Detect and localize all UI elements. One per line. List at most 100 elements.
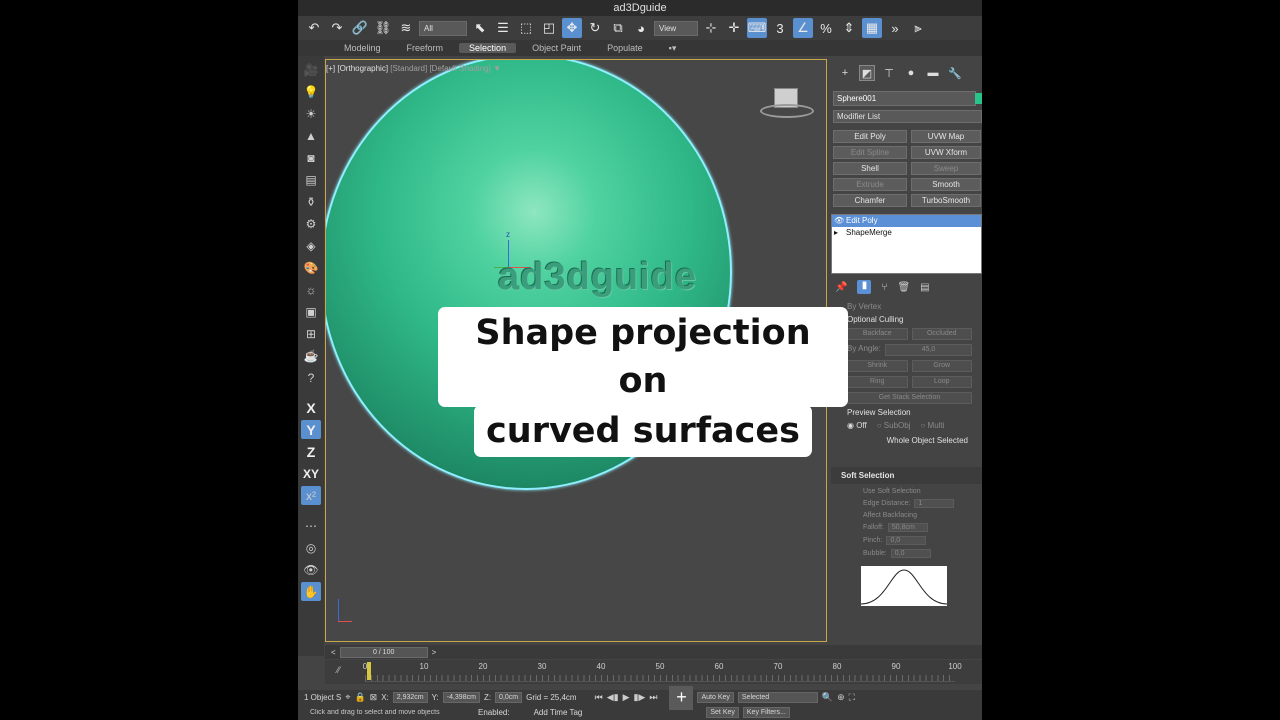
pan-icon[interactable]: ✋ [301,582,321,601]
material-icon[interactable]: ◙ [301,148,321,167]
tab-object-paint[interactable]: Object Paint [522,43,591,53]
shell-button[interactable]: Shell [833,162,907,175]
prev-key-icon[interactable]: ◀▮ [607,692,619,703]
cone-icon[interactable]: ▲ [301,126,321,145]
bulb-icon[interactable]: ☼ [301,280,321,299]
more-icon[interactable]: » [885,18,905,38]
select-manipulate-icon[interactable]: ✛ [724,18,744,38]
create-icon[interactable]: + [837,65,853,81]
uvw-xform-button[interactable]: UVW Xform [911,146,981,159]
viewcube[interactable] [760,86,814,122]
show-end-result-icon[interactable]: ▮ [857,280,872,294]
edit-poly-button[interactable]: Edit Poly [833,130,907,143]
keyboard-shortcut-icon[interactable]: ⌨ [747,18,767,38]
lock-icon[interactable]: 🔒 [354,692,365,703]
link-icon[interactable]: 🔗 [350,18,370,38]
extrude-button[interactable]: Extrude [833,178,907,191]
set-key-plus-button[interactable]: + [669,685,694,710]
by-angle-checkbox[interactable]: By Angle: [847,344,881,356]
smooth-button[interactable]: Smooth [911,178,981,191]
rotate-icon[interactable]: ↻ [585,18,605,38]
by-angle-spinner[interactable]: 45,0 [884,344,972,356]
select-by-name-icon[interactable]: ☰ [493,18,513,38]
expand-triangle-icon[interactable]: ▸ [834,227,838,239]
tab-modeling[interactable]: Modeling [334,43,391,53]
viewport-shading-menu[interactable]: [Default Shading] [429,64,490,73]
prev-frame-icon[interactable]: < [331,648,336,657]
zoom-all-icon[interactable]: ⊕ [837,692,845,703]
time-slider[interactable]: 0 / 100 [339,646,428,658]
y-coordinate-field[interactable]: -4,398cm [442,692,480,703]
grow-button[interactable]: Grow [911,360,972,372]
image-icon[interactable]: ▣ [301,302,321,321]
grid-icon[interactable]: ⊞ [301,324,321,343]
spinner-snap-icon[interactable]: ⇕ [839,18,859,38]
key-mode-dropdown[interactable]: Selected [737,692,818,703]
named-selection-icon[interactable]: ▦ [862,18,882,38]
axis-xy-button[interactable]: XY [301,464,321,483]
by-vertex-checkbox[interactable]: By Vertex [847,302,972,311]
shrink-button[interactable]: Shrink [847,360,908,372]
goto-start-icon[interactable]: ⏮ [595,692,603,703]
angle-snap-icon[interactable]: ∠ [793,18,813,38]
gear-icon[interactable]: ⚙ [301,214,321,233]
selection-filter-dropdown[interactable]: All [419,20,467,36]
redo-icon[interactable]: ↷ [327,18,347,38]
list-icon[interactable]: ▤ [301,170,321,189]
uvw-map-button[interactable]: UVW Map [911,130,981,143]
render-icon[interactable]: ◈ [301,236,321,255]
eye-icon[interactable]: 👁 [834,215,844,227]
modifier-list-dropdown[interactable]: Modifier List [833,110,982,123]
chamfer-button[interactable]: Chamfer [833,194,907,207]
x-coordinate-field[interactable]: 2,932cm [392,692,428,703]
make-unique-icon[interactable]: ⑂ [881,282,887,293]
add-time-tag[interactable]: Add Time Tag [534,708,583,717]
sun-icon[interactable]: ☀ [301,104,321,123]
occluded-button[interactable]: Occluded [911,328,972,340]
camera-icon[interactable]: 🎥 [301,60,321,79]
preview-subobj-radio[interactable]: ○ SubObj [877,421,911,430]
track-bar-toggle-icon[interactable]: ⁄⁄ [337,665,340,675]
ring-button[interactable]: Ring [847,376,908,388]
tab-populate[interactable]: Populate [597,43,653,53]
motion-icon[interactable]: ● [903,65,919,81]
axis-x-button[interactable]: X [301,398,321,417]
rect-region-icon[interactable]: ⬚ [516,18,536,38]
viewcube-ring[interactable] [760,104,814,118]
tab-selection[interactable]: Selection [459,43,517,53]
preview-multi-radio[interactable]: ○ Multi [920,421,944,430]
mirror-icon[interactable]: ⫸ [908,18,928,38]
use-soft-selection-checkbox[interactable]: Use Soft Selection [831,484,982,495]
undo-icon[interactable]: ↶ [304,18,324,38]
track-bar[interactable]: ⁄⁄ 0 10 20 30 40 50 60 70 80 90 100 [325,660,982,684]
playhead[interactable] [367,662,371,680]
falloff-row[interactable]: Falloff: 50,8cm [831,519,982,532]
bubble-row[interactable]: Bubble: 0,0 [831,545,982,558]
set-key-button[interactable]: Set Key [706,707,739,718]
display-icon[interactable]: ▬ [925,65,941,81]
sweep-button[interactable]: Sweep [911,162,981,175]
maximize-icon[interactable]: ⛶ [849,692,855,703]
play-icon[interactable]: ▶ [623,692,630,703]
snaps-icon[interactable]: 3 [770,18,790,38]
zoom-icon[interactable]: 🔍 [822,692,833,703]
key-filters-button[interactable]: Key Filters... [742,707,790,718]
teapot-icon[interactable]: ☕ [301,346,321,365]
select-icon[interactable]: ⬉ [470,18,490,38]
axis-z-button[interactable]: Z [301,442,321,461]
pinch-row[interactable]: Pinch: 0,0 [831,532,982,545]
stack-item-shapemerge[interactable]: ▸ ShapeMerge [832,227,981,239]
pin-stack-icon[interactable]: 📌 [835,282,847,293]
axis-y-button[interactable]: Y [301,420,321,439]
affect-backfacing-checkbox[interactable]: Affect Backfacing [831,508,982,519]
turbosmooth-button[interactable]: TurboSmooth [911,194,981,207]
viewport-standard-menu[interactable]: [Standard] [390,64,427,73]
percent-snap-icon[interactable]: % [816,18,836,38]
goto-end-icon[interactable]: ⏭ [649,692,657,703]
edge-distance-row[interactable]: Edge Distance: 1 [831,495,982,508]
filter-icon[interactable]: ▼ [493,64,501,73]
unlink-icon[interactable]: ⛓ [373,18,393,38]
paint-icon[interactable]: 🎨 [301,258,321,277]
light-icon[interactable]: 💡 [301,82,321,101]
object-name-field[interactable]: Sphere001 [833,91,982,106]
